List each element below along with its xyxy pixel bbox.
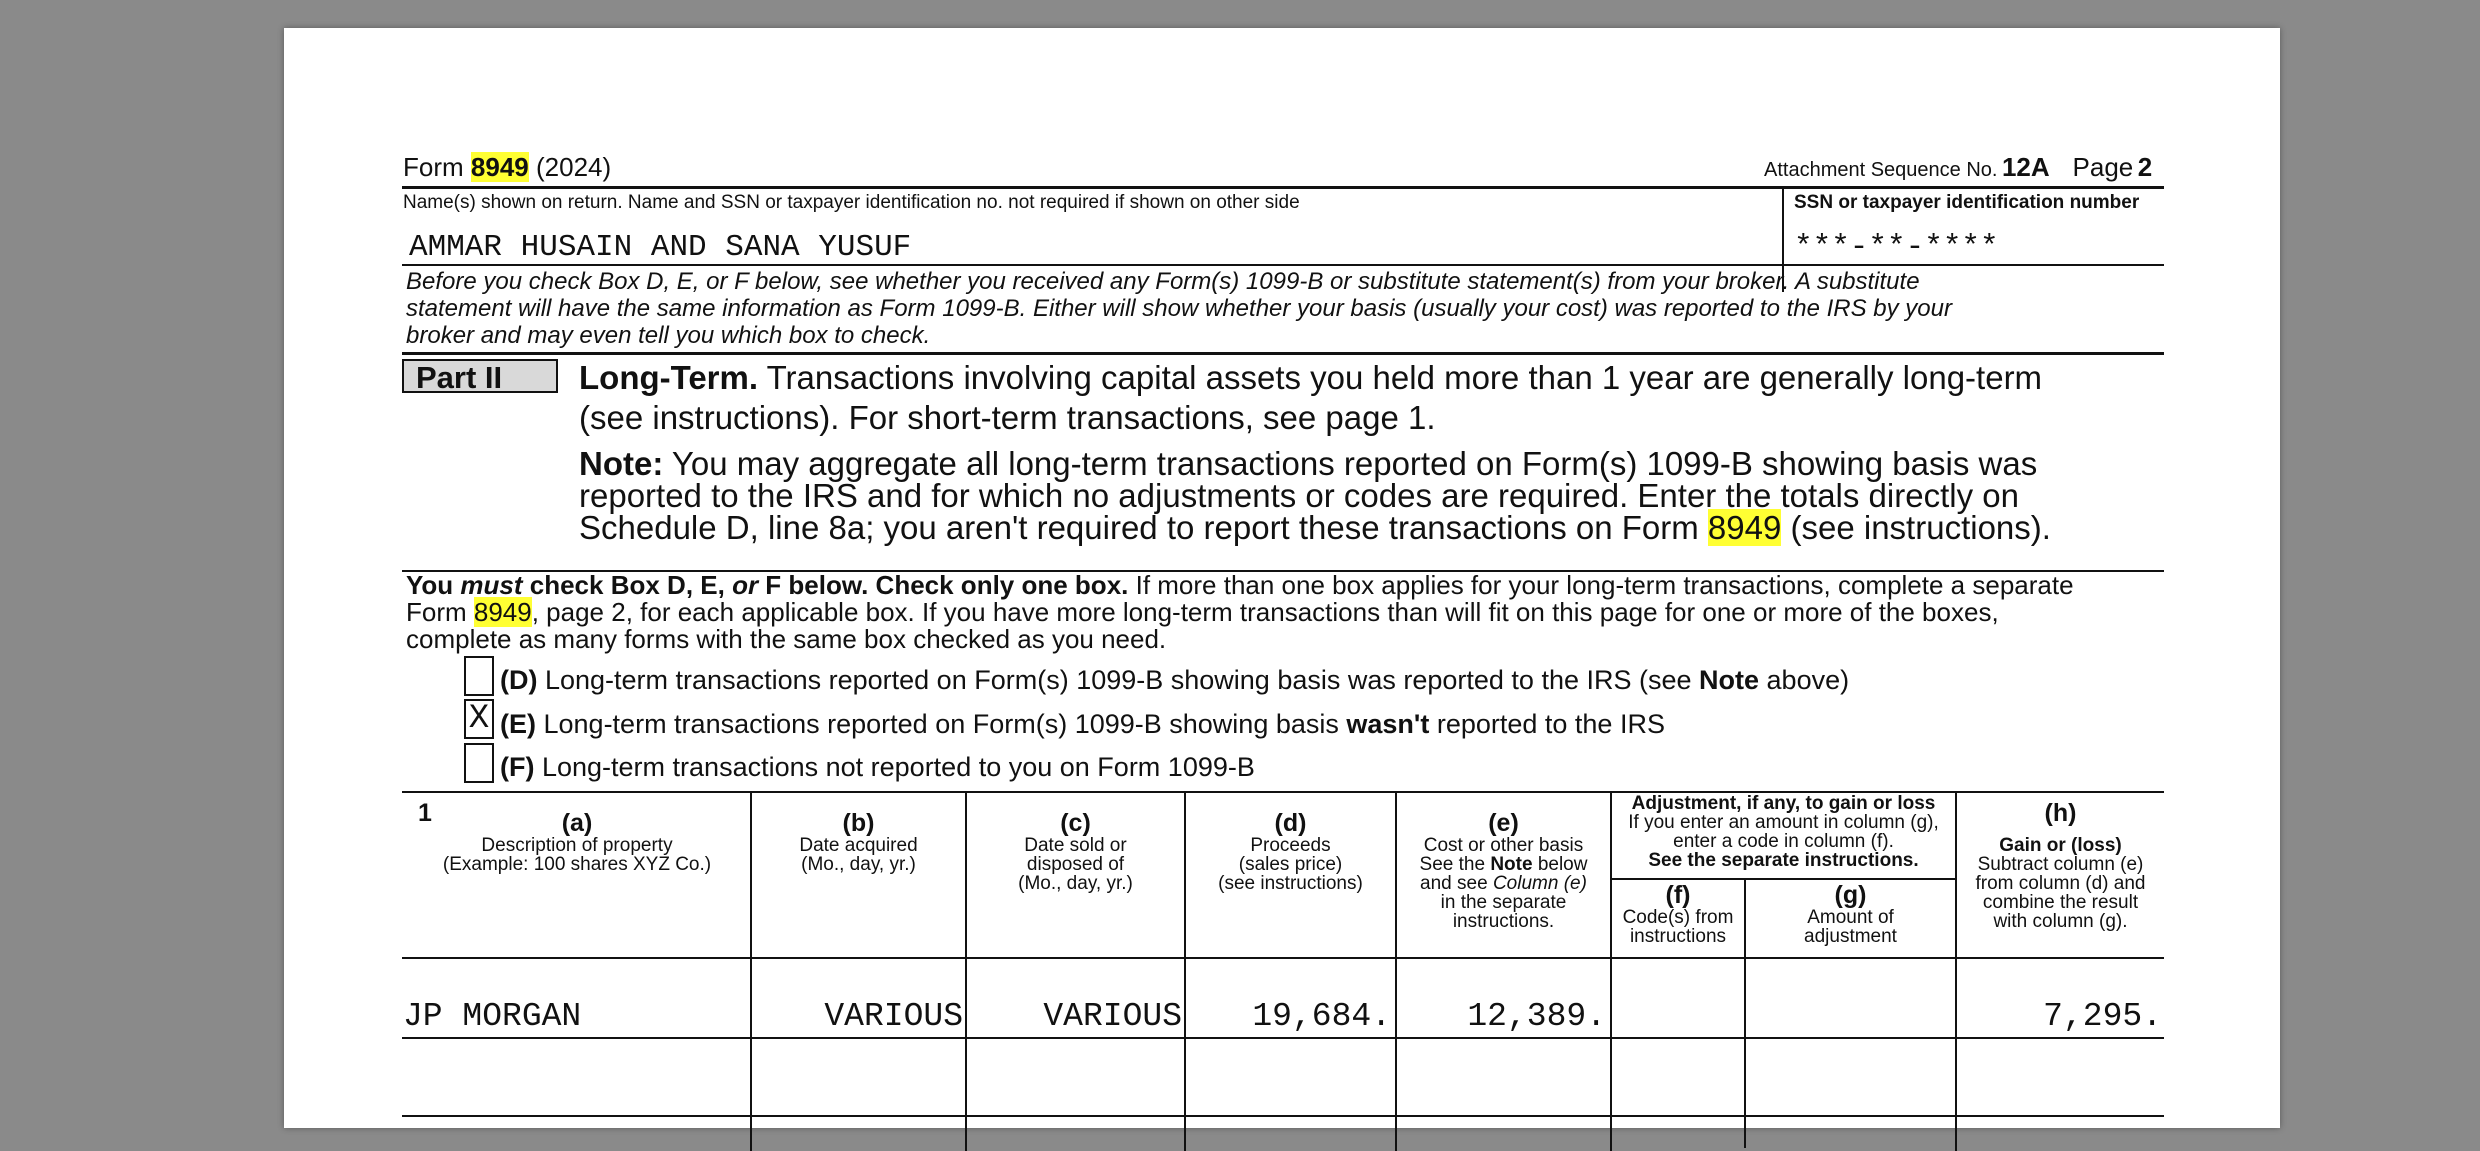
- col-b-header: (b) Date acquired (Mo., day, yr.): [799, 809, 918, 875]
- row-1-cost-basis: 12,389.: [1467, 998, 1606, 1035]
- col-f-header: (f) Code(s) from instructions: [1622, 881, 1734, 947]
- form-title: Form 8949 (2024): [403, 152, 612, 182]
- ssn-value: ***-**-****: [1794, 230, 1999, 265]
- adjustment-rule: [1610, 878, 1957, 880]
- row-2-bottom-rule: [402, 1115, 2164, 1117]
- box-f-label: (F) Long-term transactions not reported …: [500, 752, 1255, 782]
- row-1-date-acquired: VARIOUS: [824, 998, 963, 1035]
- adjustment-header: Adjustment, if any, to gain or loss If y…: [1628, 793, 1939, 871]
- intro-paragraph: Before you check Box D, E, or F below, s…: [406, 268, 1952, 349]
- row-1-date-sold: VARIOUS: [1043, 998, 1182, 1035]
- part-heading: Long-Term. Transactions involving capita…: [579, 359, 2043, 436]
- box-e-checkbox[interactable]: X: [464, 699, 494, 739]
- row-1-description: JP MORGAN: [403, 998, 582, 1035]
- ssn-label: SSN or taxpayer identification number: [1794, 192, 2140, 213]
- col-g-header: (g) Amount of adjustment: [1804, 881, 1897, 947]
- part-note: Note: You may aggregate all long-term tr…: [579, 445, 2051, 546]
- part-badge: Part II: [402, 359, 558, 395]
- form-number: 8949: [470, 152, 529, 182]
- names-label: Name(s) shown on return. Name and SSN or…: [403, 192, 1300, 213]
- col-h-header: (h) Gain or (loss) Subtract column (e) f…: [1975, 799, 2146, 932]
- form-page: Form 8949 (2024) Attachment Sequence No.…: [284, 28, 2280, 1151]
- attachment-sequence: Attachment Sequence No. 12A Page 2: [1764, 152, 2153, 182]
- row-1-proceeds: 19,684.: [1252, 998, 1391, 1035]
- part-rule: [402, 352, 2164, 355]
- row-1-gain-loss: 7,295.: [2043, 998, 2162, 1035]
- header-bottom-rule: [402, 957, 2164, 959]
- must-form-number: 8949: [473, 597, 532, 627]
- col-d-header: (d) Proceeds (sales price) (see instruct…: [1218, 809, 1363, 894]
- must-check-paragraph: You must check Box D, E, or F below. Che…: [406, 570, 2074, 654]
- names-rule: [402, 264, 2164, 266]
- row-1-bottom-rule: [402, 1037, 2164, 1039]
- note-form-number: 8949: [1707, 509, 1782, 546]
- col-e-header: (e) Cost or other basis See the Note bel…: [1419, 809, 1588, 932]
- col-a-header: (a) Description of property (Example: 10…: [442, 809, 712, 875]
- header-rule: [402, 186, 2164, 189]
- box-d-label: (D) Long-term transactions reported on F…: [500, 665, 1850, 695]
- box-f-checkbox[interactable]: [464, 743, 494, 783]
- col-c-header: (c) Date sold or disposed of (Mo., day, …: [1018, 809, 1133, 894]
- taxpayer-names: AMMAR HUSAIN AND SANA YUSUF: [409, 230, 912, 265]
- box-d-checkbox[interactable]: [464, 656, 494, 696]
- box-e-label: (E) Long-term transactions reported on F…: [500, 709, 1665, 739]
